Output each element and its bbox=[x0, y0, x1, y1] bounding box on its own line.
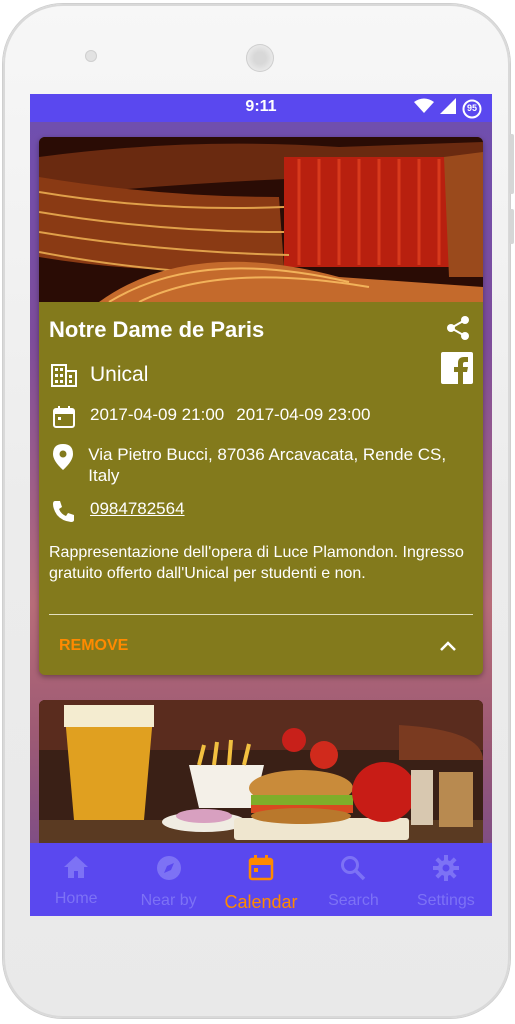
event-image-theater bbox=[39, 137, 483, 302]
share-icon[interactable] bbox=[445, 315, 471, 346]
nav-near-by[interactable]: Near by bbox=[122, 843, 214, 916]
phone-frame: 9:11 95 Notre Dame de Paris Unical 2017-… bbox=[3, 4, 514, 1018]
nav-settings[interactable]: Settings bbox=[400, 843, 492, 916]
location-pin-icon bbox=[49, 444, 77, 470]
volume-button bbox=[509, 134, 514, 194]
gear-icon bbox=[432, 855, 459, 886]
venue-name: Unical bbox=[90, 363, 149, 386]
chevron-up-icon[interactable] bbox=[439, 639, 457, 657]
nav-settings-label: Settings bbox=[416, 892, 475, 909]
battery-level: 95 bbox=[466, 102, 477, 113]
calendar-icon bbox=[49, 405, 79, 429]
front-camera bbox=[85, 50, 97, 62]
address-row[interactable]: Via Pietro Bucci, 87036 Arcavacata, Rend… bbox=[49, 444, 459, 486]
compass-icon bbox=[156, 855, 182, 886]
remove-button[interactable]: REMOVE bbox=[59, 637, 128, 655]
building-icon bbox=[49, 363, 79, 387]
power-button bbox=[509, 209, 514, 244]
search-icon bbox=[340, 855, 366, 886]
home-icon bbox=[63, 855, 89, 884]
event-title: Notre Dame de Paris bbox=[49, 317, 265, 342]
event-end: 2017-04-09 23:00 bbox=[236, 405, 371, 424]
phone-icon bbox=[49, 499, 79, 523]
bottom-navigation: Home Near by Calendar Search Settings bbox=[30, 843, 492, 916]
app-screen: 9:11 95 Notre Dame de Paris Unical 2017-… bbox=[30, 94, 492, 916]
nav-calendar-label: Calendar bbox=[224, 892, 298, 912]
event-phone-link[interactable]: 0984782564 bbox=[90, 499, 185, 519]
status-icons: 95 bbox=[414, 98, 482, 119]
card-divider bbox=[49, 614, 473, 615]
signal-icon bbox=[440, 98, 456, 119]
battery-icon: 95 bbox=[462, 99, 482, 119]
nav-search-label: Search bbox=[328, 892, 379, 909]
event-image-food[interactable] bbox=[39, 700, 483, 850]
nav-search[interactable]: Search bbox=[307, 843, 399, 916]
wifi-icon bbox=[414, 98, 434, 119]
event-card[interactable]: Notre Dame de Paris Unical 2017-04-09 21… bbox=[39, 137, 483, 675]
event-description: Rappresentazione dell'opera di Luce Plam… bbox=[49, 544, 464, 582]
nav-home-label: Home bbox=[54, 890, 98, 907]
nav-near-by-label: Near by bbox=[140, 892, 197, 909]
event-start: 2017-04-09 21:00 bbox=[90, 405, 225, 424]
nav-calendar[interactable]: Calendar bbox=[215, 843, 307, 916]
calendar-icon bbox=[248, 855, 274, 886]
venue-row: Unical bbox=[49, 363, 148, 387]
facebook-icon[interactable] bbox=[441, 352, 473, 389]
nav-home[interactable]: Home bbox=[30, 843, 122, 916]
date-row: 2017-04-09 21:00 2017-04-09 23:00 bbox=[49, 405, 370, 429]
earpiece-speaker bbox=[246, 44, 274, 72]
phone-row[interactable]: 0984782564 bbox=[49, 499, 185, 523]
status-bar: 9:11 95 bbox=[30, 94, 492, 122]
event-address: Via Pietro Bucci, 87036 Arcavacata, Rend… bbox=[88, 445, 447, 485]
